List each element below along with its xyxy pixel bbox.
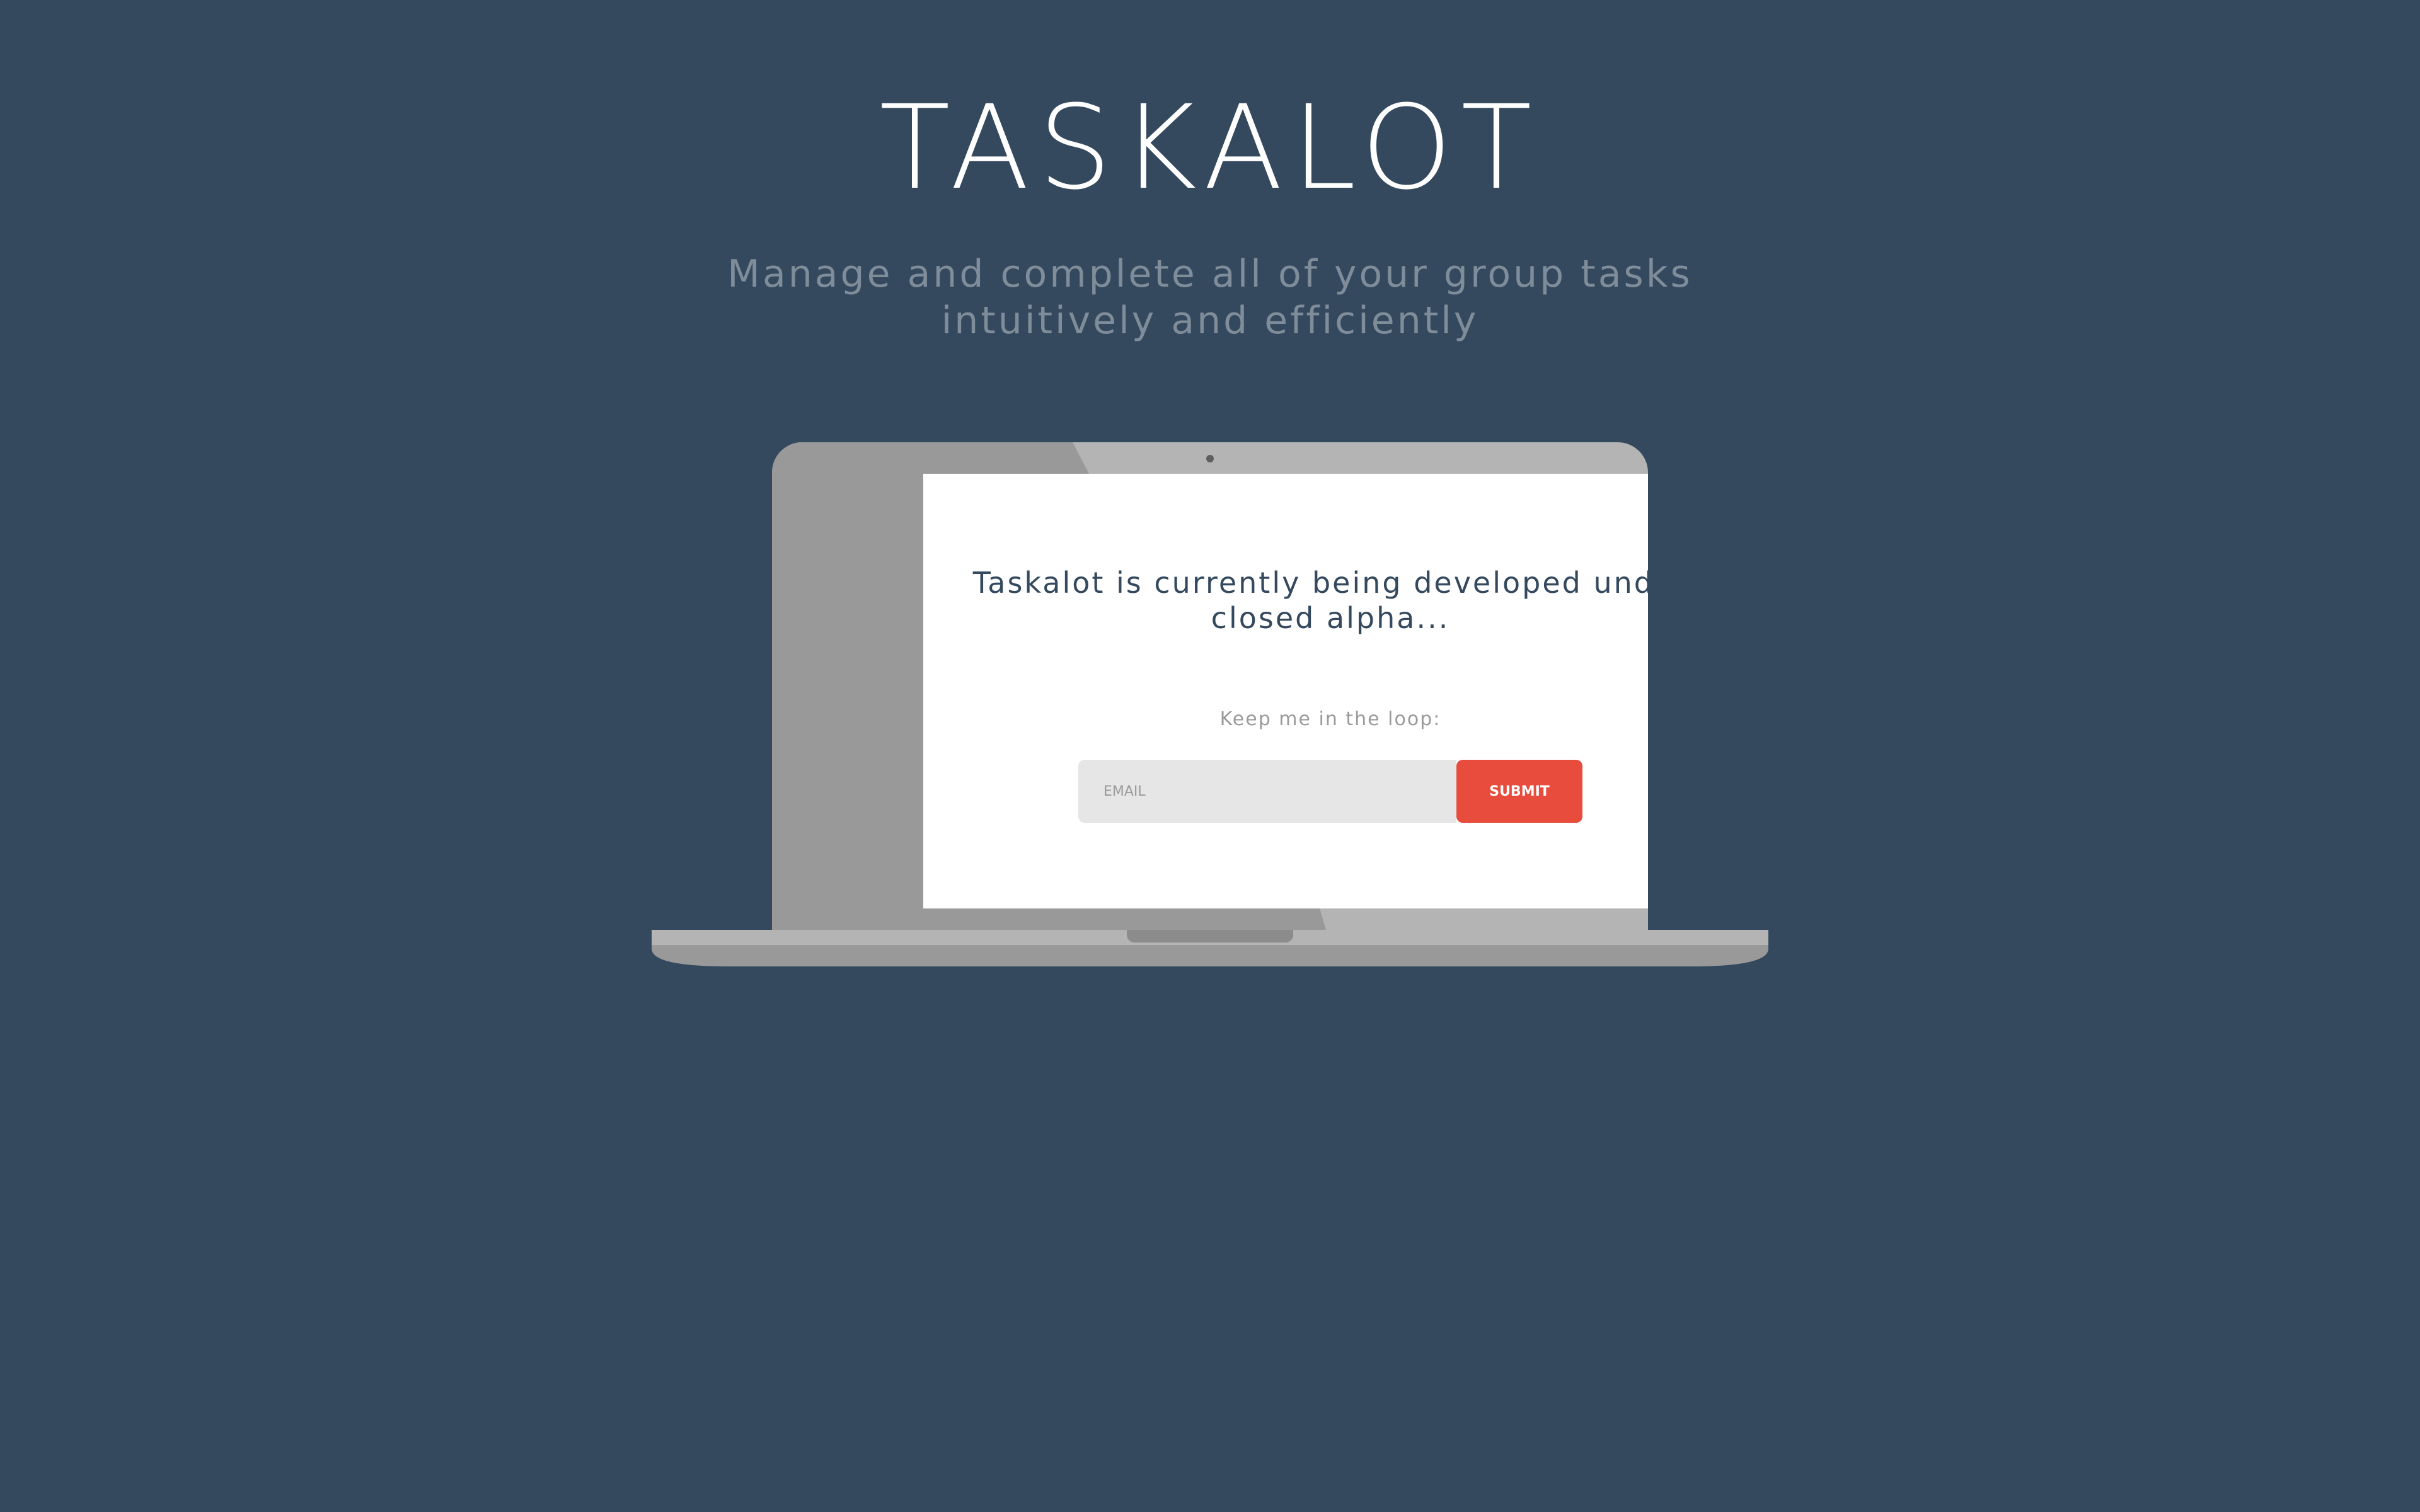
laptop-lid: Taskalot is currently being developed un…: [772, 442, 1648, 930]
camera-icon: [1206, 455, 1214, 462]
laptop-screen: Taskalot is currently being developed un…: [923, 474, 1648, 908]
laptop-illustration: Taskalot is currently being developed un…: [652, 442, 1768, 966]
submit-button[interactable]: SUBMIT: [1456, 760, 1582, 823]
alpha-message: Taskalot is currently being developed un…: [972, 566, 1648, 635]
newsletter-label: Keep me in the loop:: [1219, 708, 1441, 730]
laptop-base: [652, 930, 1768, 966]
laptop-notch: [1127, 930, 1293, 942]
app-title: TASKALOT: [879, 81, 1541, 215]
signup-form: SUBMIT: [1078, 760, 1582, 823]
email-input[interactable]: [1078, 760, 1456, 823]
tagline: Manage and complete all of your group ta…: [727, 252, 1693, 343]
